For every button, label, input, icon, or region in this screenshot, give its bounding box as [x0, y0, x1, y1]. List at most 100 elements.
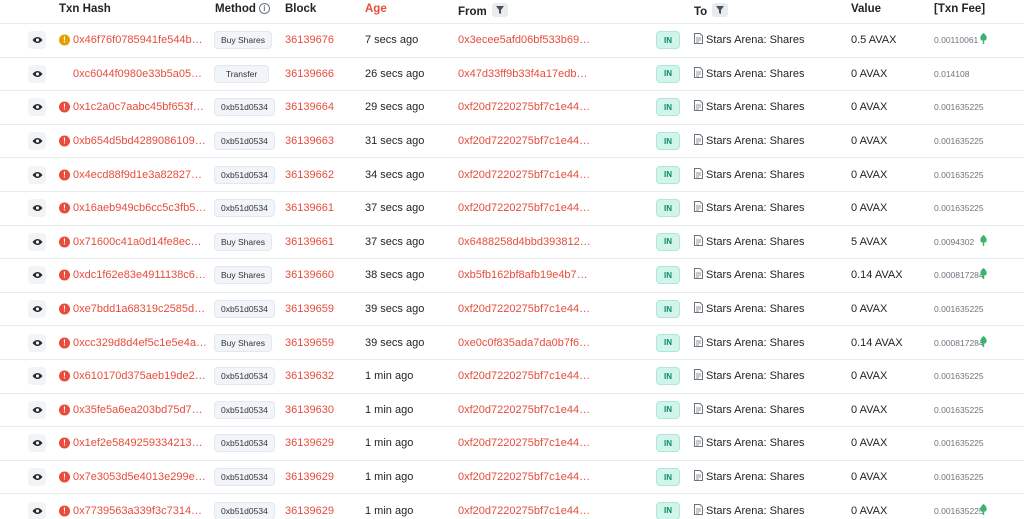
block-link[interactable]: 36139661 — [285, 236, 334, 248]
view-details-button[interactable] — [28, 132, 46, 151]
to-address-link[interactable]: Stars Arena: Shares — [706, 471, 804, 483]
to-address-link[interactable]: Stars Arena: Shares — [706, 303, 804, 315]
from-address-link[interactable]: 0xf20d7220275bf7c1e44… — [458, 101, 590, 113]
value-text: 0 AVAX — [851, 101, 888, 114]
view-details-button[interactable] — [28, 501, 46, 519]
txn-hash-link[interactable]: 0x46f76f0785941fe544b… — [73, 34, 203, 46]
block-link[interactable]: 36139661 — [285, 202, 334, 214]
view-details-button[interactable] — [28, 434, 46, 453]
txn-hash-link[interactable]: 0xe7bdd1a68319c2585d… — [73, 303, 205, 315]
from-address-link[interactable]: 0xf20d7220275bf7c1e44… — [458, 370, 590, 382]
to-address-link[interactable]: Stars Arena: Shares — [706, 437, 804, 449]
to-address-link[interactable]: Stars Arena: Shares — [706, 169, 804, 181]
value-text: 0 AVAX — [851, 403, 888, 416]
contract-icon — [694, 234, 703, 249]
block-link[interactable]: 36139629 — [285, 471, 334, 483]
txn-hash-link[interactable]: 0xcc329d8d4ef5c1e5e4a… — [73, 337, 207, 349]
txn-hash-link[interactable]: 0x1ef2e5849259334213… — [73, 437, 203, 449]
gas-price-icon[interactable] — [979, 234, 988, 249]
view-details-button[interactable] — [28, 367, 46, 386]
gas-price-icon[interactable] — [979, 335, 988, 350]
txn-hash-link[interactable]: 0x1c2a0c7aabc45bf653f… — [73, 101, 204, 113]
to-address-link[interactable]: Stars Arena: Shares — [706, 505, 804, 517]
view-details-button[interactable] — [28, 400, 46, 419]
to-address-link[interactable]: Stars Arena: Shares — [706, 269, 804, 281]
from-address-link[interactable]: 0xb5fb162bf8afb19e4b7… — [458, 269, 588, 281]
view-details-button[interactable] — [28, 98, 46, 117]
txn-hash-link[interactable]: 0x71600c41a0d14fe8ec… — [73, 236, 201, 248]
block-link[interactable]: 36139666 — [285, 68, 334, 80]
view-details-button[interactable] — [28, 199, 46, 218]
value-text: 0 AVAX — [851, 504, 888, 517]
gas-price-icon[interactable] — [979, 503, 988, 518]
method-badge: 0xb51d0534 — [214, 300, 275, 319]
block-link[interactable]: 36139676 — [285, 34, 334, 46]
to-address-link[interactable]: Stars Arena: Shares — [706, 404, 804, 416]
contract-icon — [694, 436, 703, 450]
status-icon: ! — [59, 303, 70, 315]
filter-icon — [495, 6, 504, 14]
from-address-link[interactable]: 0xf20d7220275bf7c1e44… — [458, 471, 590, 483]
table-row: ! 0xdc1f62e83e4911138c6… Buy Shares 3613… — [0, 259, 1024, 293]
header-age[interactable]: Age — [365, 3, 387, 15]
info-icon[interactable]: i — [258, 3, 270, 14]
from-address-link[interactable]: 0xf20d7220275bf7c1e44… — [458, 404, 590, 416]
to-address-link[interactable]: Stars Arena: Shares — [706, 34, 804, 46]
block-link[interactable]: 36139659 — [285, 303, 334, 315]
contract-icon — [694, 134, 703, 148]
block-link[interactable]: 36139660 — [285, 269, 334, 281]
view-details-button[interactable] — [28, 300, 46, 319]
from-address-link[interactable]: 0xf20d7220275bf7c1e44… — [458, 169, 590, 181]
txn-hash-link[interactable]: 0xc6044f0980e33b5a05… — [73, 68, 202, 80]
txn-hash-link[interactable]: 0x16aeb949cb6cc5c3fb5… — [73, 202, 206, 214]
block-link[interactable]: 36139629 — [285, 437, 334, 449]
view-details-button[interactable] — [28, 333, 46, 352]
block-link[interactable]: 36139629 — [285, 505, 334, 517]
block-link[interactable]: 36139664 — [285, 101, 334, 113]
txn-hash-link[interactable]: 0x610170d375aeb19de2… — [73, 370, 206, 382]
from-address-link[interactable]: 0x3ecee5afd06bf533b69… — [458, 34, 590, 46]
block-link[interactable]: 36139659 — [285, 337, 334, 349]
header-txn-fee[interactable]: [Txn Fee] — [934, 3, 985, 15]
from-address-link[interactable]: 0xe0c0f835ada7da0b7f6… — [458, 337, 590, 349]
from-address-link[interactable]: 0x6488258d4bbd393812… — [458, 236, 591, 248]
view-details-button[interactable] — [28, 64, 46, 83]
from-address-link[interactable]: 0xf20d7220275bf7c1e44… — [458, 303, 590, 315]
filter-from-button[interactable] — [491, 3, 508, 17]
txn-hash-link[interactable]: 0x4ecd88f9d1e3a82827… — [73, 169, 202, 181]
view-details-button[interactable] — [28, 165, 46, 184]
gas-price-icon[interactable] — [979, 268, 988, 283]
table-row: ! 0x4ecd88f9d1e3a82827… 0xb51d0534 36139… — [0, 158, 1024, 192]
to-address-link[interactable]: Stars Arena: Shares — [706, 135, 804, 147]
from-address-link[interactable]: 0xf20d7220275bf7c1e44… — [458, 437, 590, 449]
view-details-button[interactable] — [28, 266, 46, 285]
view-details-button[interactable] — [28, 31, 46, 50]
filter-to-button[interactable] — [712, 3, 729, 17]
direction-badge: IN — [656, 400, 680, 419]
from-address-link[interactable]: 0xf20d7220275bf7c1e44… — [458, 135, 590, 147]
block-link[interactable]: 36139630 — [285, 404, 334, 416]
to-address-link[interactable]: Stars Arena: Shares — [706, 101, 804, 113]
eye-icon — [32, 507, 42, 514]
txn-hash-link[interactable]: 0xdc1f62e83e4911138c6… — [73, 269, 206, 281]
block-link[interactable]: 36139632 — [285, 370, 334, 382]
txn-hash-link[interactable]: 0x7739563a339f3c7314… — [73, 505, 202, 517]
to-address-link[interactable]: Stars Arena: Shares — [706, 370, 804, 382]
block-link[interactable]: 36139663 — [285, 135, 334, 147]
view-details-button[interactable] — [28, 232, 46, 251]
to-address-link[interactable]: Stars Arena: Shares — [706, 337, 804, 349]
block-link[interactable]: 36139662 — [285, 169, 334, 181]
to-address-link[interactable]: Stars Arena: Shares — [706, 236, 804, 248]
to-address-link[interactable]: Stars Arena: Shares — [706, 68, 804, 80]
from-address-link[interactable]: 0xf20d7220275bf7c1e44… — [458, 505, 590, 517]
txn-hash-link[interactable]: 0x35fe5a6ea203bd75d7… — [73, 404, 203, 416]
from-address-link[interactable]: 0xf20d7220275bf7c1e44… — [458, 202, 590, 214]
view-details-button[interactable] — [28, 468, 46, 487]
from-address-link[interactable]: 0x47d33ff9b33f4a17edb… — [458, 68, 587, 80]
age-text: 1 min ago — [365, 437, 414, 450]
txn-hash-link[interactable]: 0xb654d5bd4289086109… — [73, 135, 206, 147]
txn-hash-link[interactable]: 0x7e3053d5e4013e299e… — [73, 471, 206, 483]
method-badge: Buy Shares — [214, 232, 272, 251]
to-address-link[interactable]: Stars Arena: Shares — [706, 202, 804, 214]
gas-price-icon[interactable] — [979, 33, 988, 48]
